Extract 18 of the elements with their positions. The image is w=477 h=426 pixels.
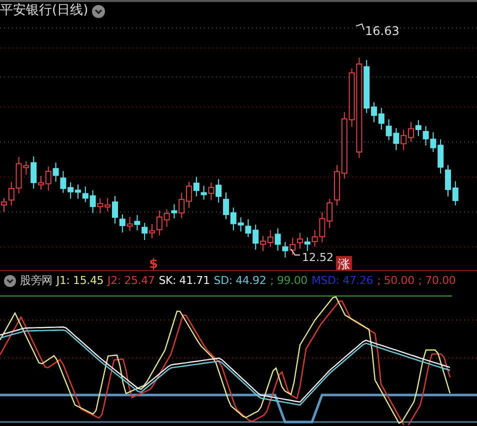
chart-title: 平安银行(日线) — [0, 3, 88, 19]
indicator-value: SK: 41.71 — [158, 273, 210, 289]
signal-badge: 涨 — [336, 256, 352, 270]
dropdown-icon[interactable] — [92, 4, 106, 18]
indicator-value: J1: 15.45 — [56, 273, 104, 289]
indicator-value: ; 70.00 — [418, 273, 456, 289]
indicator-value: MSD: 47.26 — [311, 273, 374, 289]
indicator-value: SD: 44.92 — [214, 273, 266, 289]
indicator-value: ; 50.00 — [377, 273, 414, 289]
leader-line — [290, 248, 300, 256]
indicator-name: 股旁网 — [20, 273, 52, 289]
indicator-value: ; 99.00 — [270, 273, 308, 289]
signal-marker: $ — [149, 257, 158, 270]
dropdown-icon[interactable] — [4, 274, 16, 286]
leader-line — [356, 23, 364, 30]
high-price-label: 16.63 — [365, 24, 400, 38]
low-price-label: 12.52 — [302, 251, 334, 264]
indicator-value: J2: 25.47 — [108, 273, 155, 289]
